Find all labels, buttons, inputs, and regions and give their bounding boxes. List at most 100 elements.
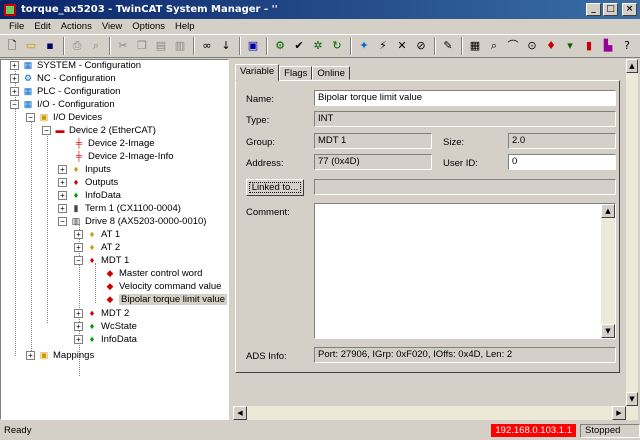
help-icon[interactable]: ▾ <box>562 38 578 54</box>
menu-view[interactable]: View <box>97 21 127 32</box>
tree-item-term1[interactable]: + ▮ Term 1 (CX1100-0004) <box>58 202 181 215</box>
book-icon[interactable]: ▙ <box>600 38 616 54</box>
tree-item-outputs[interactable]: + ♦ Outputs <box>58 176 118 189</box>
tree-view[interactable]: + ▦ SYSTEM - Configuration + ⚙ NC - Conf… <box>0 59 229 420</box>
scroll-up-icon[interactable]: ▲ <box>626 59 638 73</box>
expand-icon[interactable]: + <box>10 61 19 70</box>
pin-icon[interactable]: ▮ <box>581 38 597 54</box>
linked-to-button[interactable]: Linked to... <box>246 179 304 196</box>
check-icon[interactable]: ✔ <box>291 38 307 54</box>
menu-help[interactable]: Help <box>170 21 200 32</box>
print-icon[interactable]: ⎙ <box>69 38 85 54</box>
tree-item-drive8[interactable]: − ▥ Drive 8 (AX5203-0000-0010) <box>58 215 206 228</box>
expand-icon[interactable]: + <box>58 204 67 213</box>
scroll-up-icon[interactable]: ▲ <box>601 204 615 218</box>
output-var-icon: ◆ <box>106 281 114 291</box>
tree-item-velocity-command[interactable]: ◆ Velocity command value <box>104 280 222 293</box>
save-icon[interactable]: ▪ <box>42 38 58 54</box>
monitor-icon[interactable]: ▣ <box>245 38 261 54</box>
comment-field[interactable]: ▲ ▼ <box>314 203 616 339</box>
arrow-icon[interactable]: ⊙ <box>524 38 540 54</box>
horizontal-scrollbar[interactable]: ◀ ▶ <box>233 406 626 420</box>
expand-icon[interactable]: + <box>74 243 83 252</box>
app-icon <box>4 3 16 16</box>
cut-icon[interactable]: ✂ <box>115 38 131 54</box>
collapse-icon[interactable]: − <box>58 217 67 226</box>
tree-item-system[interactable]: + ▦ SYSTEM - Configuration <box>10 59 141 72</box>
lock-icon[interactable]: ♦ <box>543 38 559 54</box>
copy-icon[interactable]: ❐ <box>134 38 150 54</box>
tree-item-io[interactable]: − ▦ I/O - Configuration <box>10 98 115 111</box>
question-icon[interactable]: ? <box>619 38 635 54</box>
find-next-icon[interactable]: ↓ <box>218 38 234 54</box>
expand-icon[interactable]: + <box>10 74 19 83</box>
new-icon[interactable]: 🗋 <box>4 38 20 54</box>
collapse-icon[interactable]: − <box>74 256 83 265</box>
paste-icon[interactable]: ▤ <box>153 38 169 54</box>
tree-item-mappings[interactable]: + ▣ Mappings <box>26 349 94 362</box>
tab-online[interactable]: Online <box>312 66 350 80</box>
tree-item-device2-image[interactable]: ╪ Device 2-Image <box>73 137 155 150</box>
collapse-icon[interactable]: − <box>10 100 19 109</box>
tree-item-at2[interactable]: + ♦ AT 2 <box>74 241 120 254</box>
menu-actions[interactable]: Actions <box>56 21 97 32</box>
collapse-icon[interactable]: − <box>26 113 35 122</box>
tree-item-at1[interactable]: + ♦ AT 1 <box>74 228 120 241</box>
collapse-icon[interactable]: − <box>42 126 51 135</box>
tree-item-device2-image-info[interactable]: ╪ Device 2-Image-Info <box>73 150 174 163</box>
scroll-right-icon[interactable]: ▶ <box>612 406 626 420</box>
userid-field[interactable]: 0 <box>508 154 616 170</box>
tree-item-mdt2[interactable]: + ♦ MDT 2 <box>74 307 129 320</box>
expand-icon[interactable]: + <box>10 87 19 96</box>
menu-file[interactable]: File <box>4 21 29 32</box>
menu-options[interactable]: Options <box>127 21 170 32</box>
restart-icon[interactable]: ↻ <box>329 38 345 54</box>
maximize-button[interactable]: □ <box>603 3 618 16</box>
expand-icon[interactable]: + <box>26 351 35 360</box>
config-mode-icon[interactable]: ✦ <box>356 38 372 54</box>
scroll-down-icon[interactable]: ▼ <box>601 324 615 338</box>
tree-item-wcstate[interactable]: + ♦ WcState <box>74 320 137 333</box>
scan-icon[interactable]: ⚡ <box>375 38 391 54</box>
expand-icon[interactable]: + <box>58 178 67 187</box>
expand-icon[interactable]: + <box>74 335 83 344</box>
open-icon[interactable]: ▭ <box>23 38 39 54</box>
toggle-icon[interactable]: ✕ <box>394 38 410 54</box>
tree-item-io-devices[interactable]: − ▣ I/O Devices <box>26 111 102 124</box>
expand-icon[interactable]: + <box>74 322 83 331</box>
vertical-scrollbar[interactable]: ▲ ▼ <box>626 59 638 420</box>
tree-item-device2[interactable]: − ▬ Device 2 (EtherCAT) <box>42 124 156 137</box>
tree-item-plc[interactable]: + ▦ PLC - Configuration <box>10 85 120 98</box>
activate-icon[interactable]: ✲ <box>310 38 326 54</box>
minimize-button[interactable]: _ <box>586 3 601 16</box>
menu-edit[interactable]: Edit <box>29 21 55 32</box>
zoom-icon[interactable]: ▦ <box>467 38 483 54</box>
tree-item-drive-infodata[interactable]: + ♦ InfoData <box>74 333 137 346</box>
tree-item-bipolar-torque[interactable]: ◆ Bipolar torque limit value <box>104 293 228 306</box>
scroll-left-icon[interactable]: ◀ <box>233 406 247 420</box>
link-icon[interactable]: ⊘ <box>413 38 429 54</box>
target-icon[interactable]: ⚙ <box>272 38 288 54</box>
tree-item-inputs[interactable]: + ♦ Inputs <box>58 163 111 176</box>
paste-special-icon[interactable]: ▥ <box>172 38 188 54</box>
expand-icon[interactable]: + <box>74 230 83 239</box>
scroll-down-icon[interactable]: ▼ <box>626 392 638 406</box>
expand-icon[interactable]: + <box>58 165 67 174</box>
search-icon[interactable]: ✎ <box>440 38 456 54</box>
close-button[interactable]: × <box>622 3 637 16</box>
print-preview-icon[interactable]: ⌕ <box>88 38 104 54</box>
tree-item-master-control-word[interactable]: ◆ Master control word <box>104 267 203 280</box>
tree-item-nc[interactable]: + ⚙ NC - Configuration <box>10 72 116 85</box>
tab-variable[interactable]: Variable <box>235 64 280 81</box>
glasses-icon[interactable]: ⌒ <box>505 38 521 54</box>
tree-item-infodata[interactable]: + ♦ InfoData <box>58 189 121 202</box>
tree-item-mdt1[interactable]: − ♦ MDT 1 <box>74 254 129 267</box>
expand-icon[interactable]: + <box>74 309 83 318</box>
find-icon[interactable]: ∞ <box>199 38 215 54</box>
tab-flags[interactable]: Flags <box>279 66 313 80</box>
system-icon: ▦ <box>23 60 33 70</box>
name-field[interactable]: Bipolar torque limit value <box>314 90 616 106</box>
comment-scrollbar[interactable]: ▲ ▼ <box>601 204 615 338</box>
online-icon[interactable]: ⌕ <box>486 38 502 54</box>
expand-icon[interactable]: + <box>58 191 67 200</box>
